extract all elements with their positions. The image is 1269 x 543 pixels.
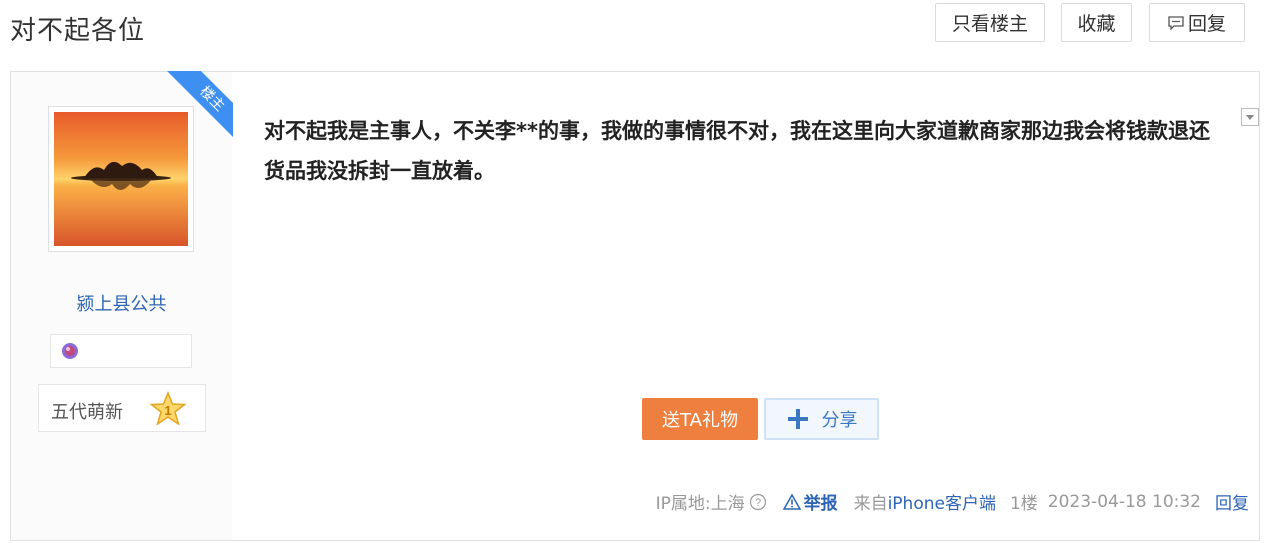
post-content: 对不起我是主事人，不关李**的事，我做的事情很不对，我在这里向大家道歉商家那边我…: [264, 119, 1210, 183]
user-level[interactable]: 五代萌新 1: [38, 384, 206, 432]
client-link[interactable]: iPhone客户端: [888, 494, 996, 514]
only-op-button[interactable]: 只看楼主: [935, 3, 1045, 42]
post-datetime: 2023-04-18 10:32: [1047, 491, 1201, 512]
svg-text:?: ?: [755, 497, 761, 509]
share-button[interactable]: 分享: [764, 398, 879, 440]
source-prefix: 来自: [853, 494, 888, 514]
chevron-down-icon: [1246, 115, 1254, 120]
author-username[interactable]: 颍上县公共: [11, 290, 232, 316]
share-plus-icon: [787, 409, 808, 429]
post-card: 颍上县公共 五代萌新 1 楼主 对不起我是主事人，不关李**的事，我做的事情很不…: [10, 71, 1260, 541]
member-badge-icon[interactable]: [60, 342, 80, 360]
share-label: 分享: [821, 410, 858, 431]
reply-button[interactable]: 回复: [1149, 3, 1245, 42]
send-gift-button[interactable]: 送TA礼物: [642, 398, 758, 440]
favorite-button[interactable]: 收藏: [1061, 3, 1132, 42]
page-title: 对不起各位: [10, 16, 146, 46]
post-meta: IP属地:上海 ? 举报 来自iPhone客户端 1楼 2023-04-18 1…: [655, 489, 1249, 515]
client-source: 来自iPhone客户端: [854, 489, 996, 514]
member-badge-box: [50, 334, 192, 368]
op-ribbon-label: 楼主: [164, 71, 233, 145]
level-star-icon: 1: [149, 391, 187, 426]
comment-icon: [1168, 15, 1184, 30]
reply-button-label: 回复: [1187, 13, 1226, 35]
report-link[interactable]: 举报: [782, 489, 838, 514]
ip-location: IP属地:上海: [655, 494, 745, 514]
level-number: 1: [164, 403, 171, 418]
post-menu-dropdown[interactable]: [1241, 108, 1259, 126]
post-reply-link[interactable]: 回复: [1215, 489, 1249, 514]
op-ribbon: 楼主: [159, 71, 233, 145]
help-icon[interactable]: ?: [749, 493, 767, 511]
warning-icon: [782, 493, 801, 510]
report-label: 举报: [803, 494, 838, 514]
floor-number: 1楼: [1009, 494, 1038, 514]
level-name: 五代萌新: [51, 402, 123, 423]
author-panel: 颍上县公共 五代萌新 1 楼主: [11, 71, 233, 540]
